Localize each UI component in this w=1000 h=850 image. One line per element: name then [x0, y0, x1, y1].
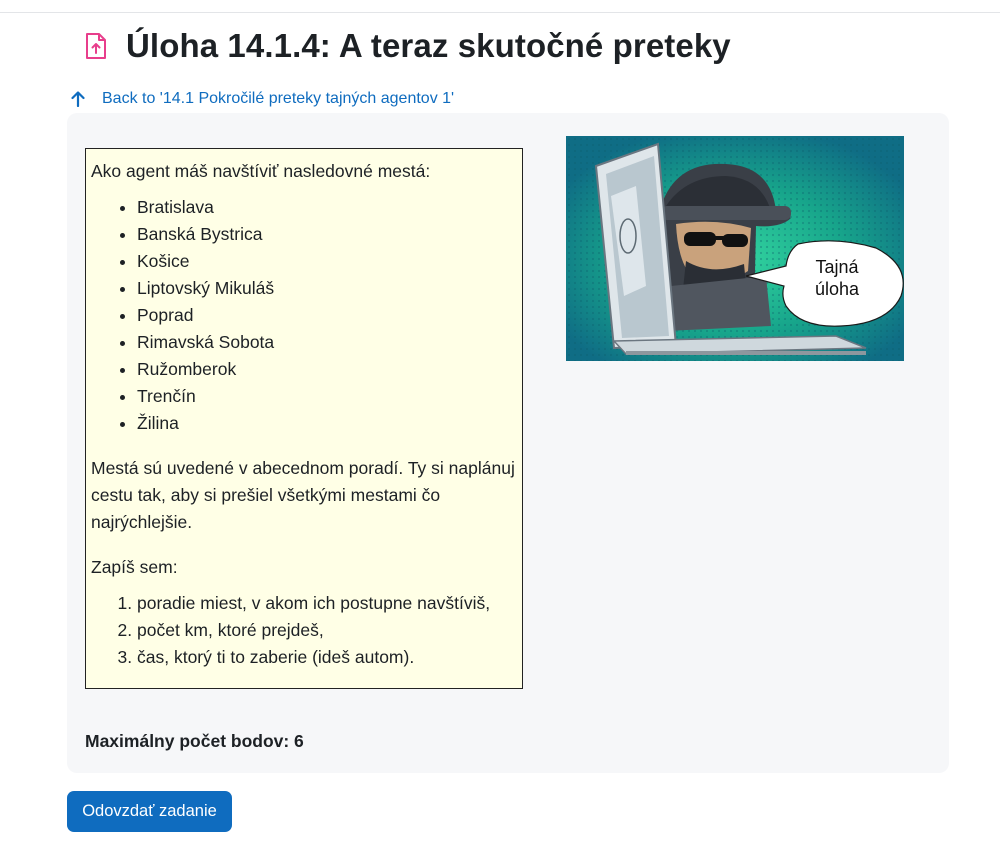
top-divider	[0, 12, 1000, 13]
step-item: čas, ktorý ti to zaberie (ideš autom).	[137, 644, 517, 671]
submit-assignment-button[interactable]: Odovzdať zadanie	[67, 791, 232, 832]
arrow-up-icon[interactable]	[70, 90, 86, 108]
city-item: Trenčín	[137, 383, 517, 410]
step-item: poradie miest, v akom ich postupne navšt…	[137, 590, 517, 617]
step-item: počet km, ktoré prejdeš,	[137, 617, 517, 644]
bubble-line-1: Tajná	[815, 257, 859, 277]
activity-description-panel: Ako agent máš navštíviť nasledovné mestá…	[67, 113, 949, 773]
max-points-label: Maximálny počet bodov: 6	[85, 731, 304, 751]
page-title: Úloha 14.1.4: A teraz skutočné preteky	[126, 27, 731, 64]
task-paragraph: Mestá sú uvedené v abecednom poradí. Ty …	[91, 458, 515, 532]
city-item: Liptovský Mikuláš	[137, 275, 517, 302]
page-header: Úloha 14.1.4: A teraz skutočné preteky	[84, 26, 731, 66]
city-item: Rimavská Sobota	[137, 329, 517, 356]
city-list: Bratislava Banská Bystrica Košice Liptov…	[91, 194, 517, 437]
task-intro: Ako agent máš navštíviť nasledovné mestá…	[91, 161, 431, 181]
city-item: Banská Bystrica	[137, 221, 517, 248]
city-item: Ružomberok	[137, 356, 517, 383]
write-here-label: Zapíš sem:	[91, 557, 178, 577]
spy-laptop-image: Tajná úloha	[566, 136, 904, 361]
speech-bubble-text: Tajná úloha	[782, 256, 892, 300]
city-item: Košice	[137, 248, 517, 275]
steps-list: poradie miest, v akom ich postupne navšt…	[91, 590, 517, 671]
back-link[interactable]: Back to '14.1 Pokročilé preteky tajných …	[102, 90, 454, 108]
city-item: Poprad	[137, 302, 517, 329]
city-item: Žilina	[137, 410, 517, 437]
back-navigation: Back to '14.1 Pokročilé preteky tajných …	[70, 87, 454, 111]
bubble-line-2: úloha	[814, 279, 860, 299]
task-description: Ako agent máš navštíviť nasledovné mestá…	[85, 148, 523, 689]
city-item: Bratislava	[137, 194, 517, 221]
assignment-upload-icon	[84, 31, 108, 61]
